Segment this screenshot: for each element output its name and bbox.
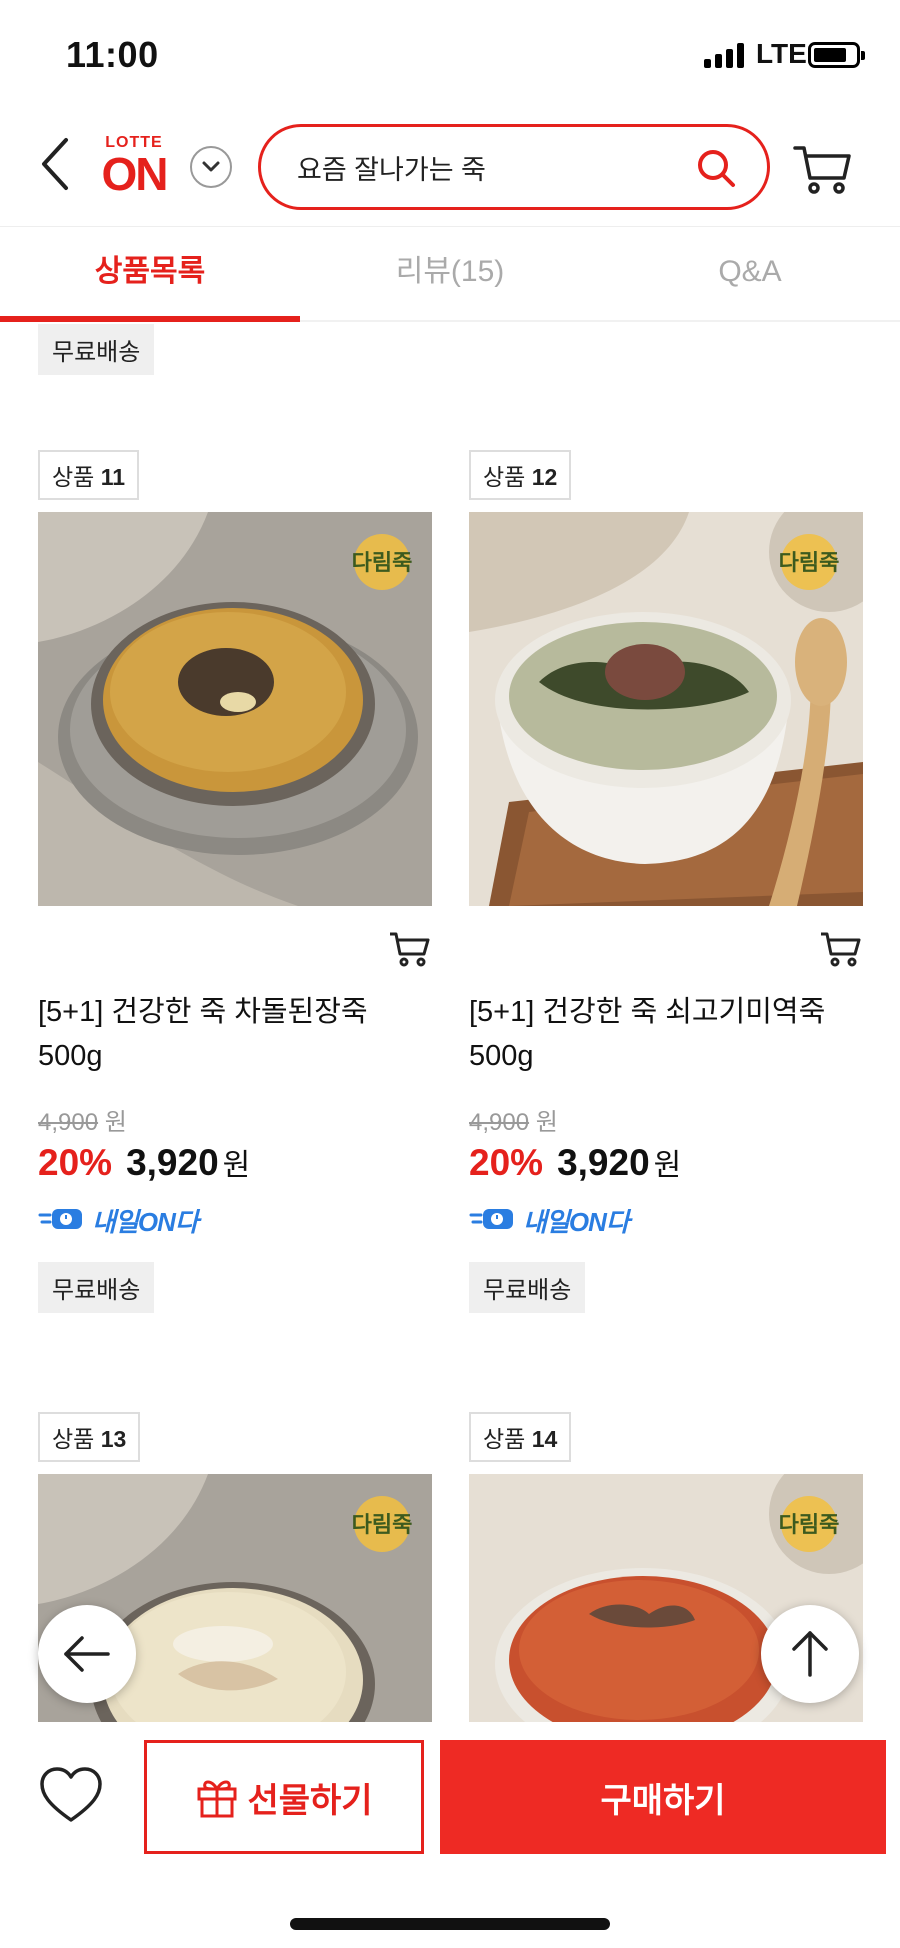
delivery-truck-icon [38,1209,82,1229]
product-card[interactable]: 상품 14 다림죽 [469,1412,863,1722]
search-button[interactable] [695,147,737,189]
lotteon-logo[interactable]: LOTTE ON [96,134,172,204]
search-bar [258,124,770,210]
add-to-cart-icon [821,932,861,967]
svg-text:다림죽: 다림죽 [779,551,840,576]
scroll-to-top-button[interactable] [761,1605,859,1703]
cart-button[interactable] [792,138,854,200]
status-bar: 11:00 LTE [0,0,900,110]
svg-text:다림죽: 다림죽 [352,551,413,576]
battery-icon [808,42,865,68]
product-image[interactable]: 다림죽 [469,512,863,906]
price-value: 3,920 [126,1142,219,1183]
logo-main-text: ON [101,148,169,200]
product-name[interactable]: [5+1] 건강한 죽 차돌된장죽 500g [38,990,432,1078]
gift-label: 선물하기 [247,1781,373,1820]
svg-text:다림죽: 다림죽 [779,1513,840,1538]
back-icon [42,138,68,190]
sale-price: 20% 3,920 원 [38,1142,251,1183]
delivery-truck-icon [469,1209,513,1229]
discount-rate: 20% [469,1142,544,1183]
search-icon [698,150,735,187]
purchase-bar: 선물하기 구매하기 [0,1722,900,1948]
search-input[interactable] [297,145,677,189]
gift-icon [197,1780,237,1818]
free-shipping-badge: 무료배송 [38,1262,155,1313]
product-label: 상품 12 [469,450,572,500]
wishlist-button[interactable] [38,1766,104,1826]
tab-qna[interactable]: Q&A [600,227,900,320]
add-to-cart-button[interactable] [388,928,432,968]
product-label: 상품 13 [38,1412,141,1462]
mall-dropdown-button[interactable] [190,146,232,188]
chevron-down-icon [202,161,220,172]
original-price: 4,900 원 [469,1109,558,1136]
signal-icon [704,42,744,68]
svg-text:다림죽: 다림죽 [352,1513,413,1538]
header: LOTTE ON [0,110,900,226]
product-label: 상품 14 [469,1412,572,1462]
arrow-left-icon [64,1636,110,1672]
product-tabs: 상품목록 리뷰(15) Q&A [0,226,900,322]
home-indicator [290,1918,610,1930]
product-card[interactable]: 상품 12 다림죽 [5+1] 건강한 죽 쇠고기미역죽 500g 4,900 … [469,450,863,1313]
product-label: 상품 11 [38,450,140,500]
product-name[interactable]: [5+1] 건강한 죽 쇠고기미역죽 500g [469,990,863,1078]
product-image[interactable]: 다림죽 [38,512,432,906]
heart-icon [40,1767,102,1822]
price-value: 3,920 [557,1142,650,1183]
arrow-up-icon [792,1631,828,1677]
network-label: LTE [756,38,807,69]
cart-icon [793,146,851,194]
gift-button[interactable]: 선물하기 [144,1740,424,1854]
product-card[interactable]: 상품 13 다림죽 [38,1412,432,1722]
delivery-badge: 내일ON다 [38,1202,199,1238]
sale-price: 20% 3,920 원 [469,1142,682,1183]
free-shipping-badge: 무료배송 [38,324,155,375]
buy-button[interactable]: 구매하기 [440,1740,886,1854]
delivery-badge: 내일ON다 [469,1202,630,1238]
back-button[interactable] [36,134,76,194]
free-shipping-badge: 무료배송 [469,1262,586,1313]
original-price: 4,900 원 [38,1109,127,1136]
discount-rate: 20% [38,1142,113,1183]
add-to-cart-icon [390,932,430,967]
product-card[interactable]: 상품 11 다림죽 [5+1] 건강한 죽 차돌된장죽 500g 4,900 원… [38,450,432,1313]
tab-product-list[interactable]: 상품목록 [0,227,300,322]
status-time: 11:00 [66,34,159,75]
add-to-cart-button[interactable] [819,928,863,968]
tab-reviews[interactable]: 리뷰(15) [300,227,600,320]
previous-button[interactable] [38,1605,136,1703]
